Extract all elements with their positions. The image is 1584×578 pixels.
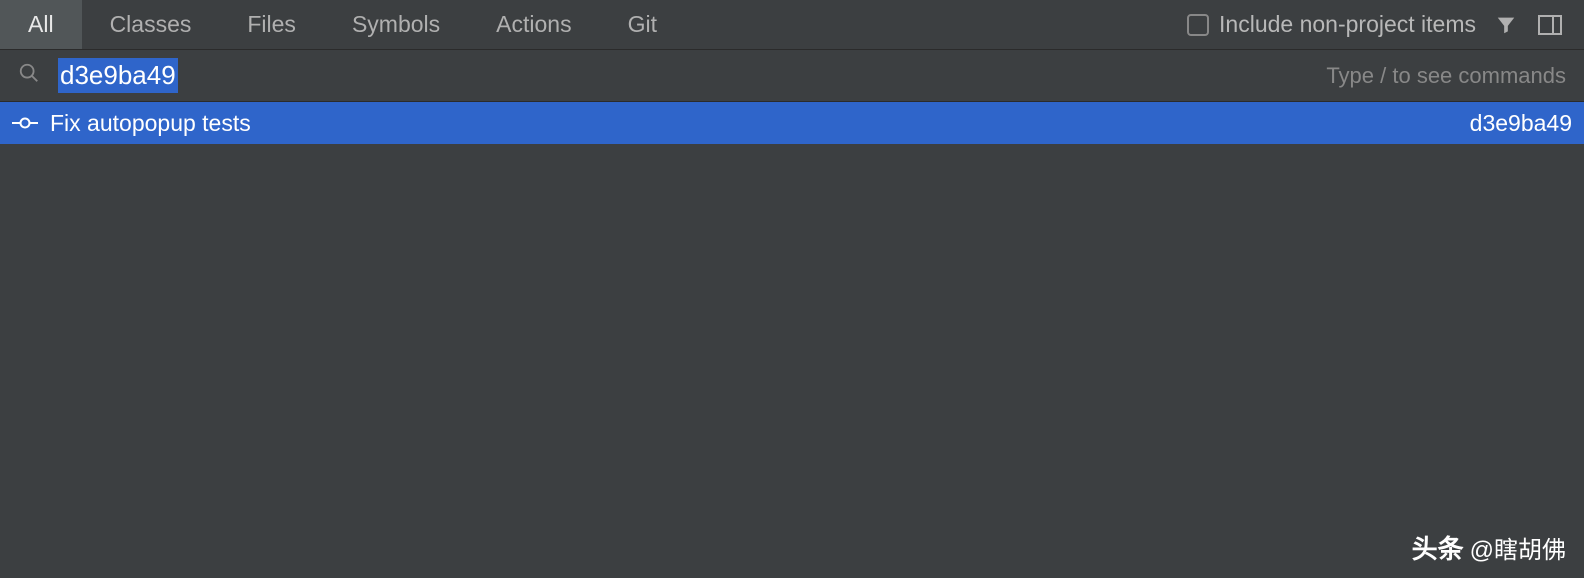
commit-icon (12, 116, 38, 130)
tab-classes[interactable]: Classes (82, 0, 220, 49)
watermark-handle: @瞎胡佛 (1470, 530, 1566, 565)
tab-files[interactable]: Files (219, 0, 324, 49)
results-list: Fix autopopup tests d3e9ba49 (0, 102, 1584, 144)
tab-actions[interactable]: Actions (468, 0, 599, 49)
include-non-project-label: Include non-project items (1219, 11, 1476, 38)
result-row[interactable]: Fix autopopup tests d3e9ba49 (0, 102, 1584, 144)
tab-symbols[interactable]: Symbols (324, 0, 468, 49)
search-input[interactable]: d3e9ba49 (58, 58, 1326, 93)
tab-git[interactable]: Git (600, 0, 685, 49)
search-row: d3e9ba49 Type / to see commands (0, 50, 1584, 102)
tab-bar-right: Include non-project items (1187, 11, 1584, 39)
include-non-project-checkbox[interactable]: Include non-project items (1187, 11, 1476, 38)
result-hash: d3e9ba49 (1470, 110, 1572, 137)
search-value: d3e9ba49 (58, 58, 178, 93)
filter-icon[interactable] (1492, 11, 1520, 39)
search-icon (18, 62, 40, 89)
search-hint: Type / to see commands (1326, 63, 1566, 89)
watermark-brand: 头条 (1412, 529, 1464, 566)
checkbox-box-icon (1187, 14, 1209, 36)
preview-panel-icon[interactable] (1536, 11, 1564, 39)
result-title: Fix autopopup tests (50, 110, 251, 137)
tab-all[interactable]: All (0, 0, 82, 49)
tab-bar: All Classes Files Symbols Actions Git In… (0, 0, 1584, 50)
watermark: 头条 @瞎胡佛 (1412, 529, 1566, 566)
